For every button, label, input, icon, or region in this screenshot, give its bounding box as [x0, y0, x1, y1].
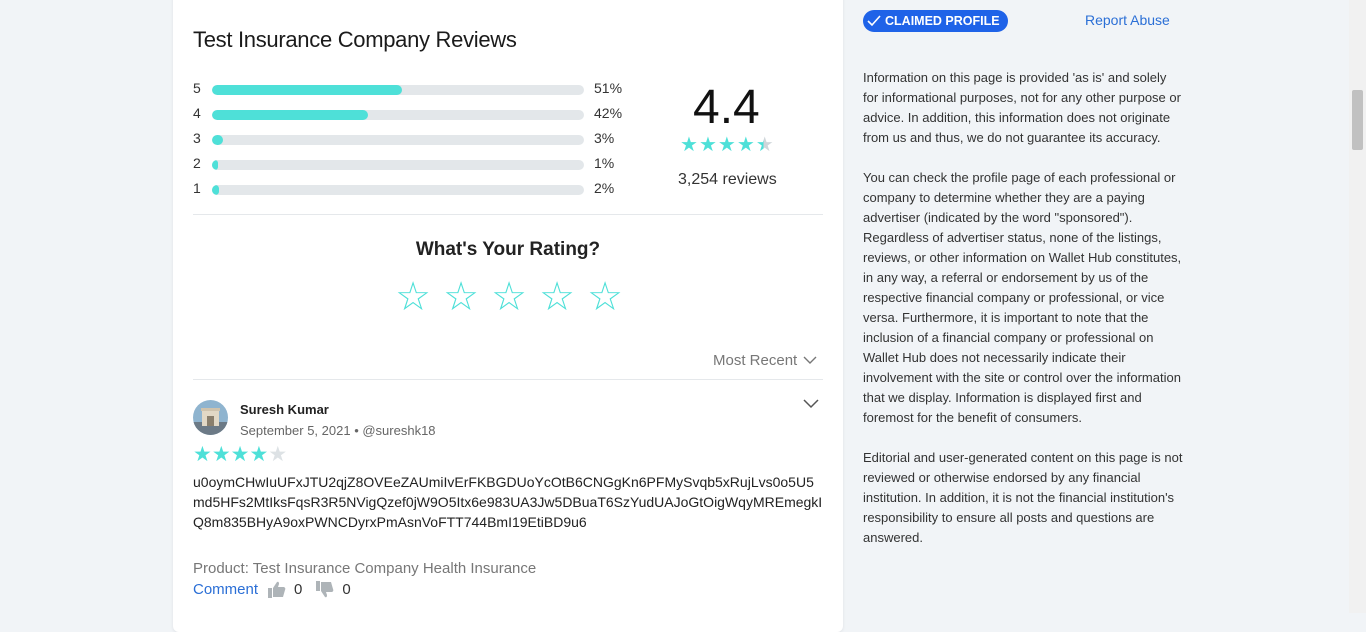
rating-bar-stars: 5 — [193, 80, 201, 96]
rating-bar-fill — [212, 185, 220, 195]
reviewer-name[interactable]: Suresh Kumar — [240, 402, 329, 417]
rate-star-icon[interactable]: ☆ — [393, 277, 433, 317]
rating-bar-row: 4 42% — [193, 105, 633, 131]
star-icon: ★ — [193, 443, 212, 466]
review-text: u0oymCHwIuUFxJTU2qjZ8OVEeZAUmiIvErFKBGDU… — [193, 474, 823, 530]
like-button[interactable]: 0 — [268, 581, 302, 598]
reviews-card: Test Insurance Company Reviews 5 51% 4 42% 3… — [173, 0, 843, 632]
rating-bar-percent: 3% — [594, 130, 615, 146]
rating-bar-track — [212, 110, 584, 120]
disclaimer-paragraph: You can check the profile page of each p… — [863, 170, 1182, 425]
rating-bar-percent: 1% — [594, 155, 615, 171]
rating-bar-track — [212, 135, 584, 145]
rating-bar-stars: 2 — [193, 155, 201, 171]
review-meta: September 5, 2021 • @sureshk18 — [240, 423, 436, 438]
rating-bar-fill — [212, 135, 224, 145]
dislike-count: 0 — [342, 581, 351, 598]
claimed-profile-badge[interactable]: CLAIMED PROFILE — [863, 10, 1008, 32]
reviewer-handle[interactable]: @sureshk18 — [362, 423, 435, 438]
chevron-down-icon — [803, 399, 819, 409]
reviews-title: Test Insurance Company Reviews — [193, 27, 517, 52]
rating-bar-fill — [212, 85, 402, 95]
rating-bar-stars: 3 — [193, 130, 201, 146]
review-actions: Comment 0 0 — [193, 581, 365, 598]
star-icon: ★ — [698, 134, 718, 156]
review-options-button[interactable] — [803, 396, 819, 414]
star-icon: ★ — [736, 134, 756, 156]
rating-bar-fill — [212, 110, 369, 120]
rate-star-icon[interactable]: ☆ — [537, 277, 577, 317]
rating-bar-row: 5 51% — [193, 80, 633, 106]
rating-prompt: What's Your Rating? — [415, 239, 601, 260]
comment-link[interactable]: Comment — [193, 581, 258, 598]
rating-bar-track — [212, 85, 584, 95]
star-icon: ★ — [211, 443, 231, 466]
claimed-label: CLAIMED PROFILE — [885, 14, 1000, 28]
star-icon: ★ — [755, 134, 775, 156]
rating-bar-percent: 51% — [594, 80, 623, 96]
disclaimer-text: Information on this page is provided 'as… — [863, 68, 1183, 568]
report-abuse-link[interactable]: Report Abuse — [1085, 12, 1170, 28]
rating-distribution: 5 51% 4 42% 3 3% 2 1% 1 2% — [193, 80, 633, 206]
rating-bar-fill — [212, 160, 218, 170]
scrollbar[interactable] — [1349, 0, 1366, 613]
dislike-button[interactable]: 0 — [316, 581, 351, 598]
review-date: September 5, 2021 — [240, 423, 351, 438]
review-count: 3,254 reviews — [678, 171, 777, 188]
star-icon: ★ — [249, 443, 269, 466]
chevron-down-icon — [803, 356, 817, 364]
rating-bar-track — [212, 185, 584, 195]
review-product: Product: Test Insurance Company Health I… — [193, 560, 537, 577]
star-icon: ★ — [268, 443, 288, 466]
rating-input[interactable]: ☆ ☆ ☆ ☆ ☆ — [393, 277, 625, 317]
divider — [193, 214, 823, 215]
rating-bar-stars: 4 — [193, 105, 201, 121]
thumbs-up-icon — [268, 581, 286, 598]
sort-label: Most Recent — [713, 352, 798, 369]
disclaimer-paragraph: Information on this page is provided 'as… — [863, 70, 1181, 145]
rating-bar-row: 1 2% — [193, 180, 633, 206]
average-stars: ★★★★★ — [680, 132, 775, 157]
disclaimer-paragraph: Editorial and user-generated content on … — [863, 450, 1183, 545]
star-icon: ★ — [717, 134, 737, 156]
divider — [193, 379, 823, 380]
rate-star-icon[interactable]: ☆ — [489, 277, 529, 317]
star-icon: ★ — [230, 443, 250, 466]
rate-star-icon[interactable]: ☆ — [585, 277, 625, 317]
rating-bar-row: 3 3% — [193, 130, 633, 156]
review-stars: ★★★★★ — [193, 442, 287, 467]
avatar[interactable] — [193, 400, 228, 435]
scrollbar-thumb[interactable] — [1352, 90, 1363, 150]
star-icon: ★ — [680, 134, 699, 156]
sort-dropdown[interactable]: Most Recent — [713, 352, 817, 369]
rating-bar-track — [212, 160, 584, 170]
rating-bar-stars: 1 — [193, 180, 201, 196]
average-rating: 4.4 — [693, 81, 760, 134]
rating-bar-percent: 42% — [594, 105, 623, 121]
like-count: 0 — [294, 581, 303, 598]
rating-bar-percent: 2% — [594, 180, 615, 196]
checkmark-icon — [867, 15, 881, 27]
rate-star-icon[interactable]: ☆ — [441, 277, 481, 317]
thumbs-down-icon — [316, 581, 334, 598]
rating-bar-row: 2 1% — [193, 155, 633, 181]
